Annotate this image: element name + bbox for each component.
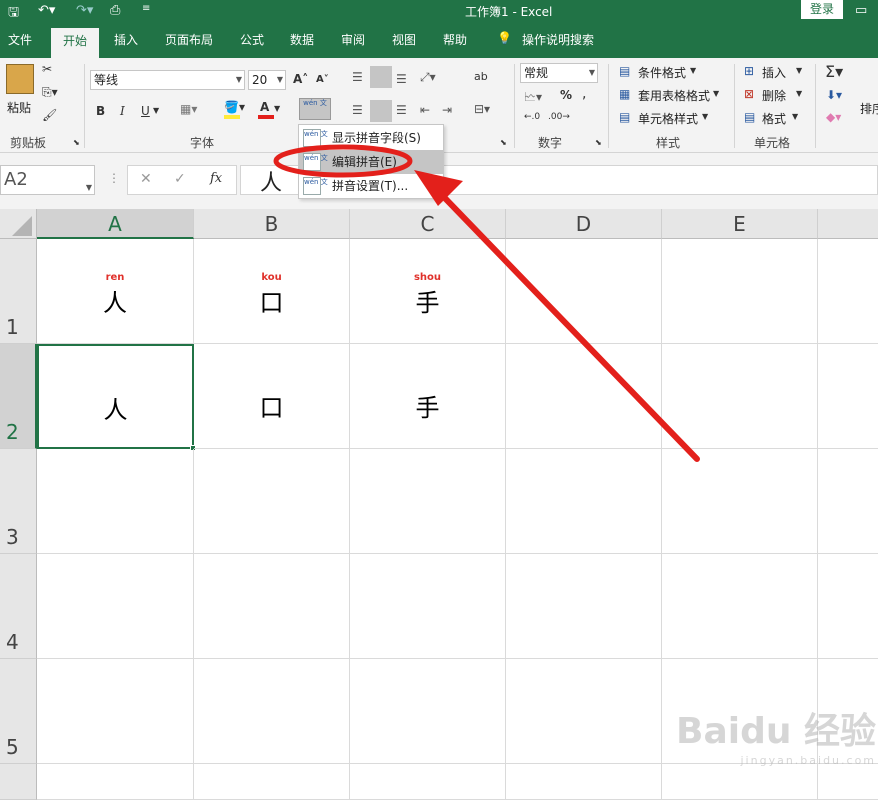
arrow-head [414,170,463,206]
highlight-ellipse [273,144,413,178]
pointer-arrow [437,190,700,462]
annotation-overlay [273,144,700,462]
baidu-watermark-logo: Baidu 经验 jingyan.baidu.com [676,711,877,767]
watermark-url: jingyan.baidu.com [740,754,877,767]
